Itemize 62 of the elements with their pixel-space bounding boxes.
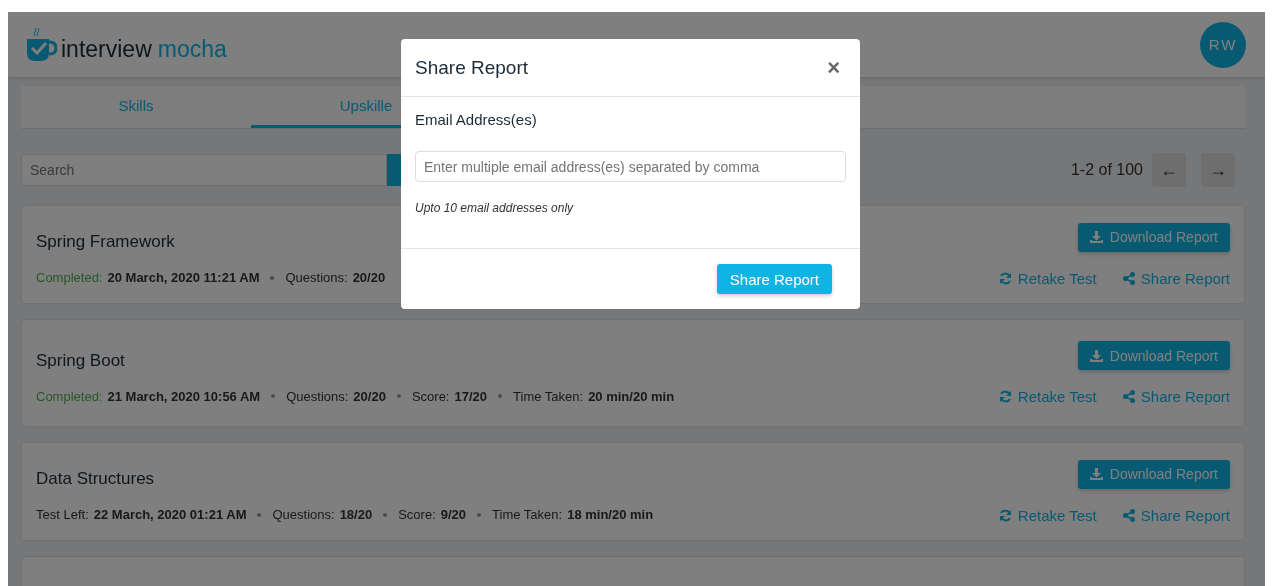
logo-word: interview (61, 35, 152, 63)
dialog-title: Share Report (415, 56, 528, 79)
separator-dot (477, 512, 482, 517)
logo-word: mocha (157, 35, 227, 63)
meta-label: Score: (398, 507, 436, 522)
meta-label: Questions: (286, 388, 349, 404)
meta-value: 18 min/20 min (567, 507, 654, 522)
meta-label: Completed: (36, 270, 103, 285)
refresh-icon (998, 390, 1012, 403)
share-icon (1122, 271, 1135, 285)
meta-label: Questions: (272, 507, 335, 522)
meta-value: 20/20 (352, 270, 386, 285)
meta-label: Score: (411, 388, 450, 404)
download-icon (1089, 231, 1103, 243)
meta-label: Time Taken: (513, 388, 584, 404)
download-icon (1089, 468, 1103, 480)
test-title: Spring Framework (36, 232, 176, 252)
page-range: 1-2 of 100 (1070, 161, 1143, 179)
download-report-button[interactable]: Download Report (1077, 459, 1230, 489)
meta-value: 18/20 (339, 507, 373, 522)
refresh-icon (998, 271, 1012, 285)
share-report-link[interactable]: Share Report (1122, 388, 1230, 405)
meta-value: 20/20 (353, 388, 386, 404)
download-report-button[interactable]: Download Report (1077, 222, 1230, 252)
cup-logo-icon (27, 26, 57, 63)
refresh-icon (998, 508, 1012, 522)
meta-value: 20 min/20 min (588, 388, 675, 404)
download-report-button[interactable]: Download Report (1077, 341, 1230, 370)
meta-label: Completed: (36, 388, 103, 404)
separator-dot (270, 275, 275, 280)
retake-test-link[interactable]: Retake Test (998, 506, 1097, 524)
separator-dot (383, 512, 388, 517)
email-input-field[interactable]: Enter multiple email address(es) separated by comma (415, 151, 846, 182)
meta-value: 9/20 (440, 507, 467, 522)
previous-page-button[interactable]: ← (1152, 153, 1186, 187)
field-hint: Upto 10 email addresses only (415, 201, 575, 215)
test-title: Spring Boot (36, 350, 126, 371)
test-title: Data Structures (36, 469, 156, 489)
retake-test-link[interactable]: Retake Test (998, 269, 1097, 287)
meta-label: Questions: (285, 270, 348, 285)
share-icon (1122, 508, 1135, 522)
close-button[interactable]: × (821, 53, 846, 82)
next-page-button[interactable]: → (1201, 153, 1235, 187)
meta-value: 17/20 (454, 388, 488, 404)
search-field[interactable]: Search (21, 154, 387, 186)
meta-value: 21 March, 2020 10:56 AM (107, 388, 261, 404)
share-report-link[interactable]: Share Report (1122, 269, 1230, 287)
download-icon (1089, 349, 1103, 362)
separator-dot (396, 394, 401, 398)
meta-label: Test Left: (36, 507, 89, 522)
separator-dot (271, 394, 276, 398)
retake-test-link[interactable]: Retake Test (998, 388, 1097, 405)
meta-value: 22 March, 2020 01:21 AM (93, 507, 247, 522)
share-report-button[interactable]: Share Report (716, 264, 832, 294)
share-report-link[interactable]: Share Report (1122, 506, 1230, 524)
user-avatar[interactable]: RW (1200, 21, 1246, 68)
separator-dot (498, 394, 503, 398)
separator-dot (257, 512, 262, 517)
meta-label: Time Taken: (492, 507, 563, 522)
meta-value: 20 March, 2020 11:21 AM (107, 270, 260, 285)
tab[interactable]: Skills (21, 86, 251, 128)
share-icon (1122, 390, 1135, 403)
